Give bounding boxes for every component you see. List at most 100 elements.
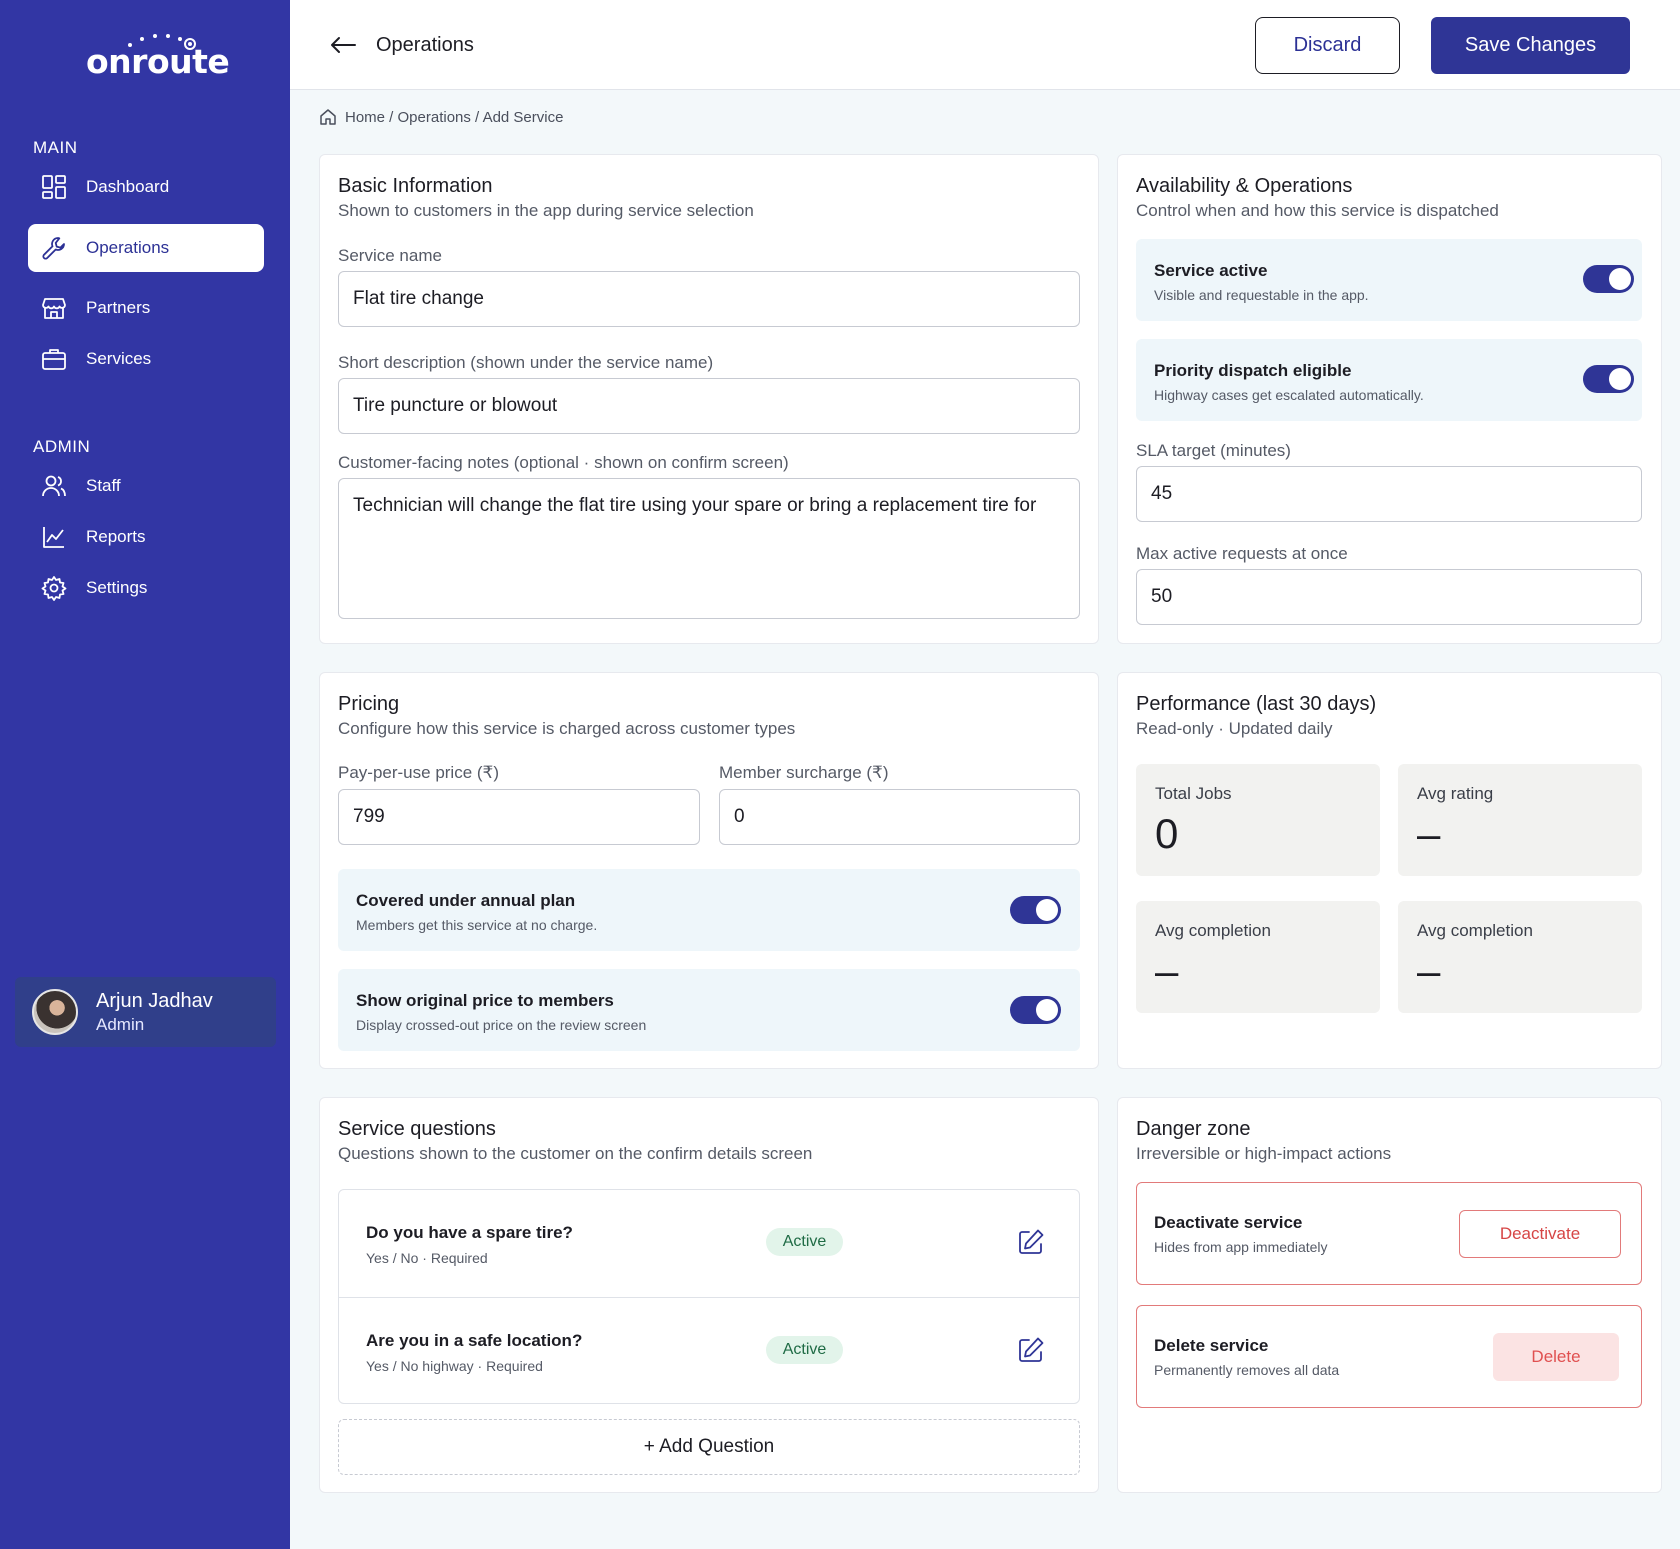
priority-dispatch-toggle[interactable] xyxy=(1583,365,1634,393)
pricing-card: Pricing Configure how this service is ch… xyxy=(319,672,1099,1069)
logo-text: onroute xyxy=(86,42,230,81)
avatar xyxy=(32,989,78,1035)
top-header: Operations Discard Save Changes xyxy=(290,0,1680,90)
covered-annual-plan-toggle[interactable] xyxy=(1010,896,1061,924)
stat-label: Total Jobs xyxy=(1155,784,1232,803)
toggle-title: Priority dispatch eligible xyxy=(1154,361,1352,380)
danger-subtitle: Permanently removes all data xyxy=(1154,1362,1340,1378)
priority-dispatch-row: Priority dispatch eligible Highway cases… xyxy=(1136,339,1642,421)
add-question-button[interactable]: + Add Question xyxy=(338,1419,1080,1475)
card-subtitle: Read-only · Updated daily xyxy=(1136,719,1333,738)
section-label-admin: ADMIN xyxy=(33,437,91,456)
breadcrumb-path[interactable]: Home / Operations / Add Service xyxy=(345,109,563,126)
service-name-label: Service name xyxy=(338,246,442,265)
delete-button[interactable]: Delete xyxy=(1493,1333,1619,1381)
stat-value: – xyxy=(1155,947,1179,994)
toggle-subtitle: Display crossed-out price on the review … xyxy=(356,1017,647,1033)
toggle-knob xyxy=(1609,268,1631,290)
gear-icon xyxy=(40,574,68,602)
customer-notes-label: Customer-facing notes (optional · shown … xyxy=(338,453,789,472)
deactivate-service-box: Deactivate service Hides from app immedi… xyxy=(1136,1182,1642,1285)
edit-icon[interactable] xyxy=(1017,1336,1045,1364)
question-subtitle: Yes / No highway · Required xyxy=(366,1358,543,1374)
sidebar-item-dashboard[interactable]: Dashboard xyxy=(28,163,264,211)
performance-card: Performance (last 30 days) Read-only · U… xyxy=(1117,672,1662,1069)
service-name-input[interactable] xyxy=(338,271,1080,327)
status-badge: Active xyxy=(766,1228,843,1256)
toggle-knob xyxy=(1609,368,1631,390)
sla-target-input[interactable] xyxy=(1136,466,1642,522)
discard-button[interactable]: Discard xyxy=(1255,17,1400,74)
question-row: Do you have a spare tire? Yes / No · Req… xyxy=(339,1190,1079,1297)
sidebar-item-label: Operations xyxy=(86,238,170,257)
card-title: Performance (last 30 days) xyxy=(1136,693,1377,715)
member-surcharge-input[interactable] xyxy=(719,789,1080,845)
sla-target-label: SLA target (minutes) xyxy=(1136,441,1291,460)
home-icon[interactable] xyxy=(319,108,337,126)
danger-subtitle: Hides from app immediately xyxy=(1154,1239,1328,1255)
show-original-price-toggle[interactable] xyxy=(1010,996,1061,1024)
sidebar-item-label: Settings xyxy=(86,578,148,597)
pay-per-use-price-input[interactable] xyxy=(338,789,700,845)
chart-icon xyxy=(40,523,68,551)
sidebar-item-staff[interactable]: Staff xyxy=(28,462,264,510)
danger-zone-card: Danger zone Irreversible or high-impact … xyxy=(1117,1097,1662,1493)
stat-avg-completion: Avg completion – xyxy=(1136,901,1380,1013)
sidebar-item-label: Dashboard xyxy=(86,177,170,196)
toggle-title: Covered under annual plan xyxy=(356,891,576,910)
deactivate-button[interactable]: Deactivate xyxy=(1459,1210,1621,1258)
back-arrow-icon[interactable] xyxy=(328,30,358,60)
toggle-title: Service active xyxy=(1154,261,1268,280)
sidebar-item-label: Reports xyxy=(86,527,146,546)
store-icon xyxy=(40,294,68,322)
toggle-subtitle: Highway cases get escalated automaticall… xyxy=(1154,387,1424,403)
sidebar-item-partners[interactable]: Partners xyxy=(28,284,264,332)
customer-notes-textarea[interactable]: Technician will change the flat tire usi… xyxy=(338,478,1080,619)
edit-icon[interactable] xyxy=(1017,1228,1045,1256)
user-role: Admin xyxy=(96,1014,145,1034)
user-name: Arjun Jadhav xyxy=(96,989,213,1012)
max-active-requests-input[interactable] xyxy=(1136,569,1642,625)
question-row: Are you in a safe location? Yes / No hig… xyxy=(339,1297,1079,1404)
wrench-icon xyxy=(40,234,68,262)
sidebar-item-settings[interactable]: Settings xyxy=(28,564,264,612)
card-title: Danger zone xyxy=(1136,1118,1251,1140)
onroute-logo[interactable]: onroute xyxy=(86,30,230,81)
covered-annual-plan-row: Covered under annual plan Members get th… xyxy=(338,869,1080,951)
stat-value: – xyxy=(1417,947,1441,994)
section-label-main: MAIN xyxy=(33,138,78,157)
stat-value: 0 xyxy=(1155,810,1179,857)
max-active-requests-label: Max active requests at once xyxy=(1136,544,1348,563)
stat-label: Avg completion xyxy=(1417,921,1533,940)
service-active-row: Service active Visible and requestable i… xyxy=(1136,239,1642,321)
stat-avg-completion-2: Avg completion – xyxy=(1398,901,1642,1013)
pay-per-use-price-label: Pay-per-use price (₹) xyxy=(338,763,500,782)
stat-value: – xyxy=(1417,810,1441,857)
sidebar-item-label: Partners xyxy=(86,298,151,317)
stat-total-jobs: Total Jobs 0 xyxy=(1136,764,1380,876)
service-active-toggle[interactable] xyxy=(1583,265,1634,293)
sidebar-item-operations[interactable]: Operations xyxy=(28,224,264,272)
grid-icon xyxy=(40,173,68,201)
stat-avg-rating: Avg rating – xyxy=(1398,764,1642,876)
short-description-label: Short description (shown under the servi… xyxy=(338,353,714,372)
card-title: Pricing xyxy=(338,693,400,715)
card-subtitle: Control when and how this service is dis… xyxy=(1136,201,1499,220)
sidebar-item-services[interactable]: Services xyxy=(28,335,264,383)
toggle-knob xyxy=(1036,899,1058,921)
short-description-input[interactable] xyxy=(338,378,1080,434)
save-changes-button[interactable]: Save Changes xyxy=(1431,17,1630,74)
card-subtitle: Shown to customers in the app during ser… xyxy=(338,201,754,220)
card-title: Availability & Operations xyxy=(1136,175,1353,197)
user-profile-card[interactable]: Arjun Jadhav Admin xyxy=(15,977,276,1047)
question-title: Are you in a safe location? xyxy=(366,1331,583,1350)
show-original-price-row: Show original price to members Display c… xyxy=(338,969,1080,1051)
users-icon xyxy=(40,472,68,500)
sidebar-item-reports[interactable]: Reports xyxy=(28,513,264,561)
basic-information-card: Basic Information Shown to customers in … xyxy=(319,154,1099,644)
card-title: Service questions xyxy=(338,1118,496,1140)
danger-title: Deactivate service xyxy=(1154,1213,1303,1232)
member-surcharge-label: Member surcharge (₹) xyxy=(719,763,889,782)
toggle-subtitle: Members get this service at no charge. xyxy=(356,917,598,933)
briefcase-icon xyxy=(40,345,68,373)
